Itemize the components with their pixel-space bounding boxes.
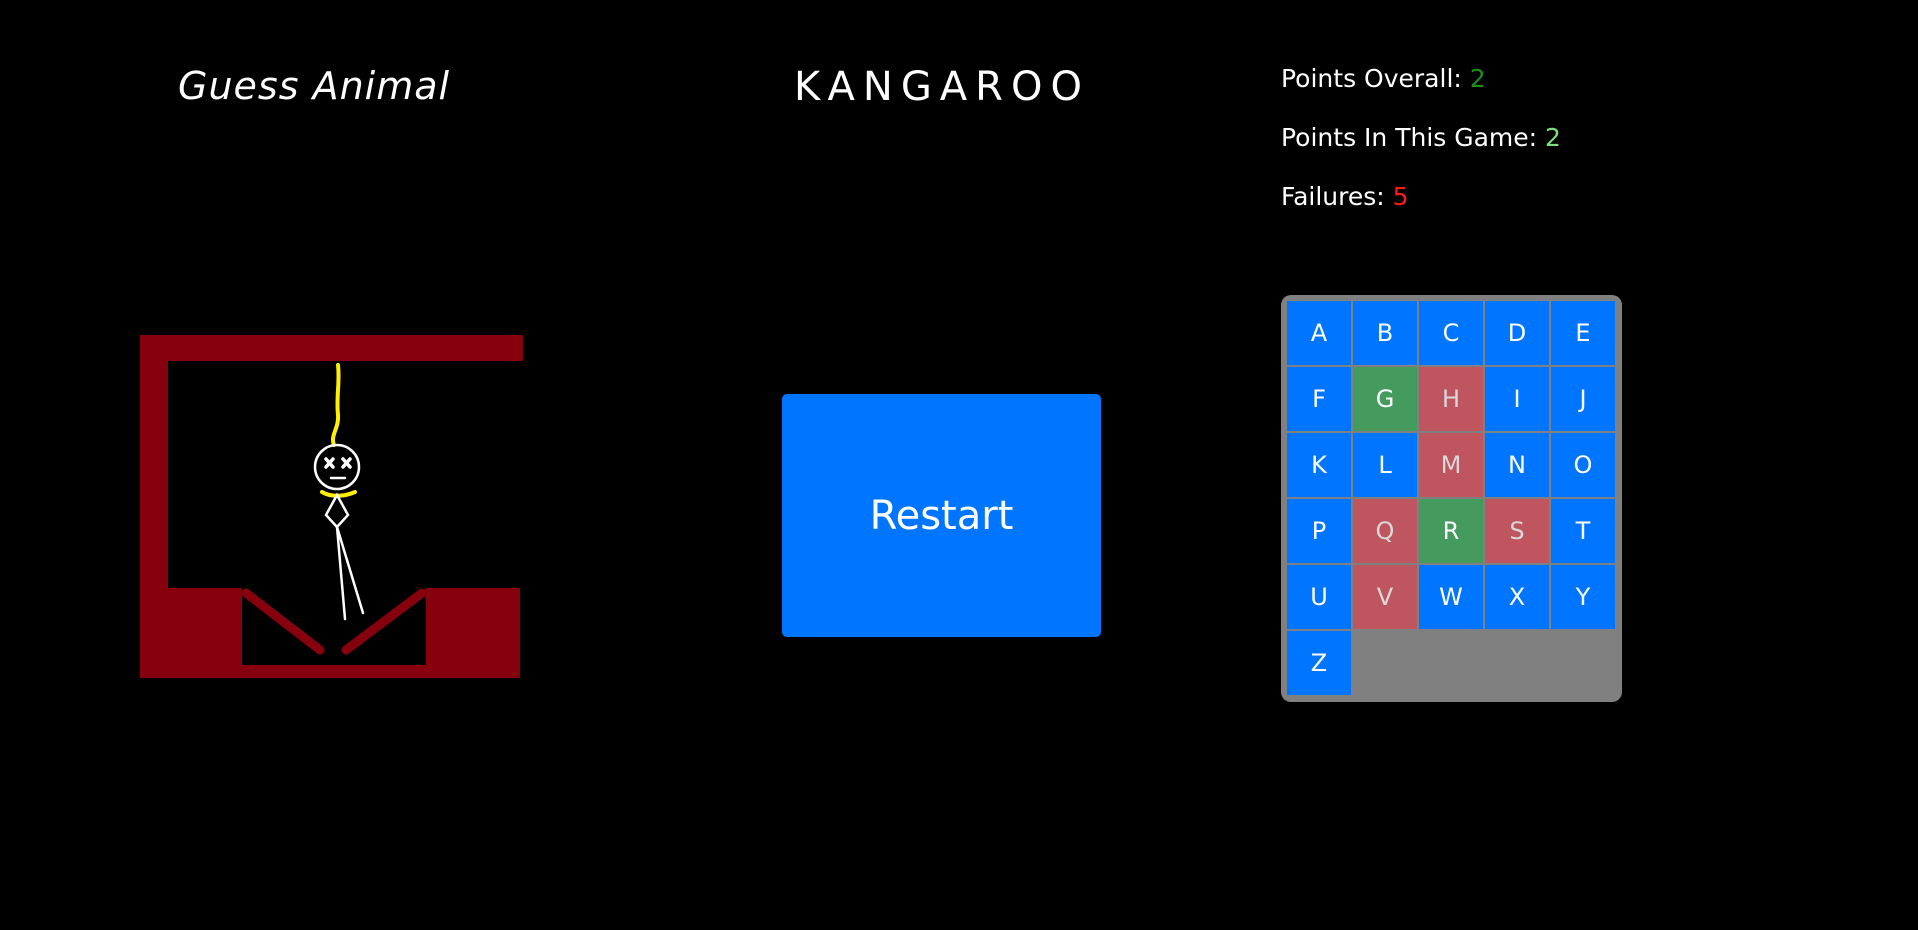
- key-q[interactable]: Q: [1353, 499, 1417, 563]
- key-p[interactable]: P: [1287, 499, 1351, 563]
- letter-keys: ABCDE FGHIJ KLMNO PQRST UVWXY Z: [1287, 301, 1616, 695]
- key-i[interactable]: I: [1485, 367, 1549, 431]
- failures-label: Failures:: [1281, 182, 1385, 211]
- key-m[interactable]: M: [1419, 433, 1483, 497]
- key-n[interactable]: N: [1485, 433, 1549, 497]
- key-s[interactable]: S: [1485, 499, 1549, 563]
- hangman-drawing: [140, 335, 523, 678]
- key-e[interactable]: E: [1551, 301, 1615, 365]
- key-j[interactable]: J: [1551, 367, 1615, 431]
- key-a[interactable]: A: [1287, 301, 1351, 365]
- key-x[interactable]: X: [1485, 565, 1549, 629]
- key-v[interactable]: V: [1353, 565, 1417, 629]
- key-t[interactable]: T: [1551, 499, 1615, 563]
- stick-figure: [313, 443, 365, 621]
- category-title: Guess Animal: [178, 64, 451, 108]
- restart-button[interactable]: Restart: [782, 394, 1101, 637]
- points-overall: Points Overall: 2: [1281, 60, 1561, 119]
- key-y[interactable]: Y: [1551, 565, 1615, 629]
- failures-value: 5: [1392, 182, 1409, 211]
- points-game-value: 2: [1545, 123, 1561, 152]
- key-w[interactable]: W: [1419, 565, 1483, 629]
- points-overall-value: 2: [1469, 64, 1486, 93]
- word-display: KANGAROO: [794, 64, 1090, 110]
- key-l[interactable]: L: [1353, 433, 1417, 497]
- points-game-label: Points In This Game:: [1281, 123, 1538, 152]
- failures: Failures: 5: [1281, 178, 1561, 237]
- key-b[interactable]: B: [1353, 301, 1417, 365]
- points-overall-label: Points Overall:: [1281, 64, 1462, 93]
- key-c[interactable]: C: [1419, 301, 1483, 365]
- key-g[interactable]: G: [1353, 367, 1417, 431]
- key-h[interactable]: H: [1419, 367, 1483, 431]
- key-u[interactable]: U: [1287, 565, 1351, 629]
- key-z[interactable]: Z: [1287, 631, 1351, 695]
- key-d[interactable]: D: [1485, 301, 1549, 365]
- stats-panel: Points Overall: 2 Points In This Game: 2…: [1281, 60, 1561, 237]
- letter-keyboard: ABCDE FGHIJ KLMNO PQRST UVWXY Z: [1281, 295, 1622, 702]
- key-o[interactable]: O: [1551, 433, 1615, 497]
- key-f[interactable]: F: [1287, 367, 1351, 431]
- points-game: Points In This Game: 2: [1281, 119, 1561, 178]
- key-k[interactable]: K: [1287, 433, 1351, 497]
- noose: [320, 363, 357, 498]
- key-r[interactable]: R: [1419, 499, 1483, 563]
